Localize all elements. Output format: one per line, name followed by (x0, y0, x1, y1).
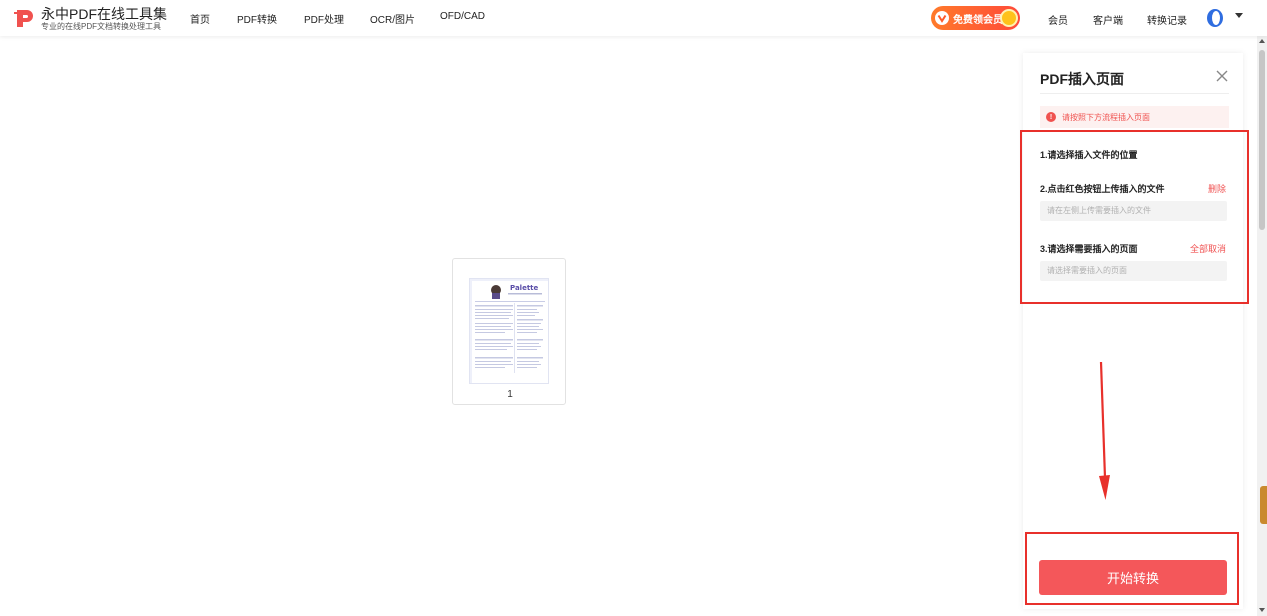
page-number-label: 1 (507, 389, 513, 400)
client-link[interactable]: 客户端 (1093, 12, 1123, 27)
page-thumbnail-card[interactable]: Palette 1 (452, 258, 566, 405)
page: 永中PDF在线工具集 专业的在线PDF文档转换处理工具 首页 PDF转换 PDF… (0, 0, 1267, 616)
notice-banner: ! 请按照下方流程插入页面 (1040, 106, 1229, 128)
thumbnail-title: Palette (510, 284, 539, 292)
alert-icon: ! (1046, 112, 1056, 122)
nav-item-ocr-image[interactable]: OCR/图片 (370, 11, 415, 26)
close-icon[interactable] (1215, 69, 1229, 83)
logo-icon[interactable] (14, 7, 36, 29)
scroll-down-icon[interactable] (1259, 608, 1265, 612)
nav-item-pdf-convert[interactable]: PDF转换 (237, 11, 277, 26)
side-float-tab[interactable] (1260, 486, 1267, 524)
free-vip-badge[interactable]: 免费领会员 (931, 6, 1020, 30)
down-arrow-icon (1099, 361, 1110, 500)
nav-item-pdf-process[interactable]: PDF处理 (304, 11, 344, 26)
user-avatar-icon[interactable] (1206, 8, 1224, 28)
top-header: 永中PDF在线工具集 专业的在线PDF文档转换处理工具 首页 PDF转换 PDF… (0, 0, 1267, 36)
panel-divider (1040, 93, 1229, 94)
vip-v-icon (935, 11, 949, 25)
resume-preview-graphic: Palette (472, 281, 548, 383)
page-scrollbar[interactable] (1257, 36, 1267, 616)
panel-title: PDF插入页面 (1040, 71, 1124, 87)
scroll-up-icon[interactable] (1259, 39, 1265, 43)
caret-down-icon[interactable] (1235, 13, 1243, 18)
scroll-thumb[interactable] (1259, 50, 1265, 230)
member-link[interactable]: 会员 (1048, 12, 1068, 27)
history-link[interactable]: 转换记录 (1147, 12, 1187, 27)
vip-badge-label: 免费领会员 (953, 14, 1003, 26)
coin-icon (1000, 9, 1018, 27)
button-highlight-box (1025, 532, 1239, 605)
page-thumbnail: Palette (469, 278, 549, 384)
notice-text: 请按照下方流程插入页面 (1062, 112, 1150, 122)
brand-subtitle: 专业的在线PDF文档转换处理工具 (41, 22, 161, 31)
main-nav: 首页 PDF转换 PDF处理 OCR/图片 OFD/CAD (190, 11, 485, 26)
steps-highlight-box (1020, 130, 1249, 304)
nav-item-home[interactable]: 首页 (190, 11, 210, 26)
nav-item-ofd-cad[interactable]: OFD/CAD (440, 11, 485, 26)
